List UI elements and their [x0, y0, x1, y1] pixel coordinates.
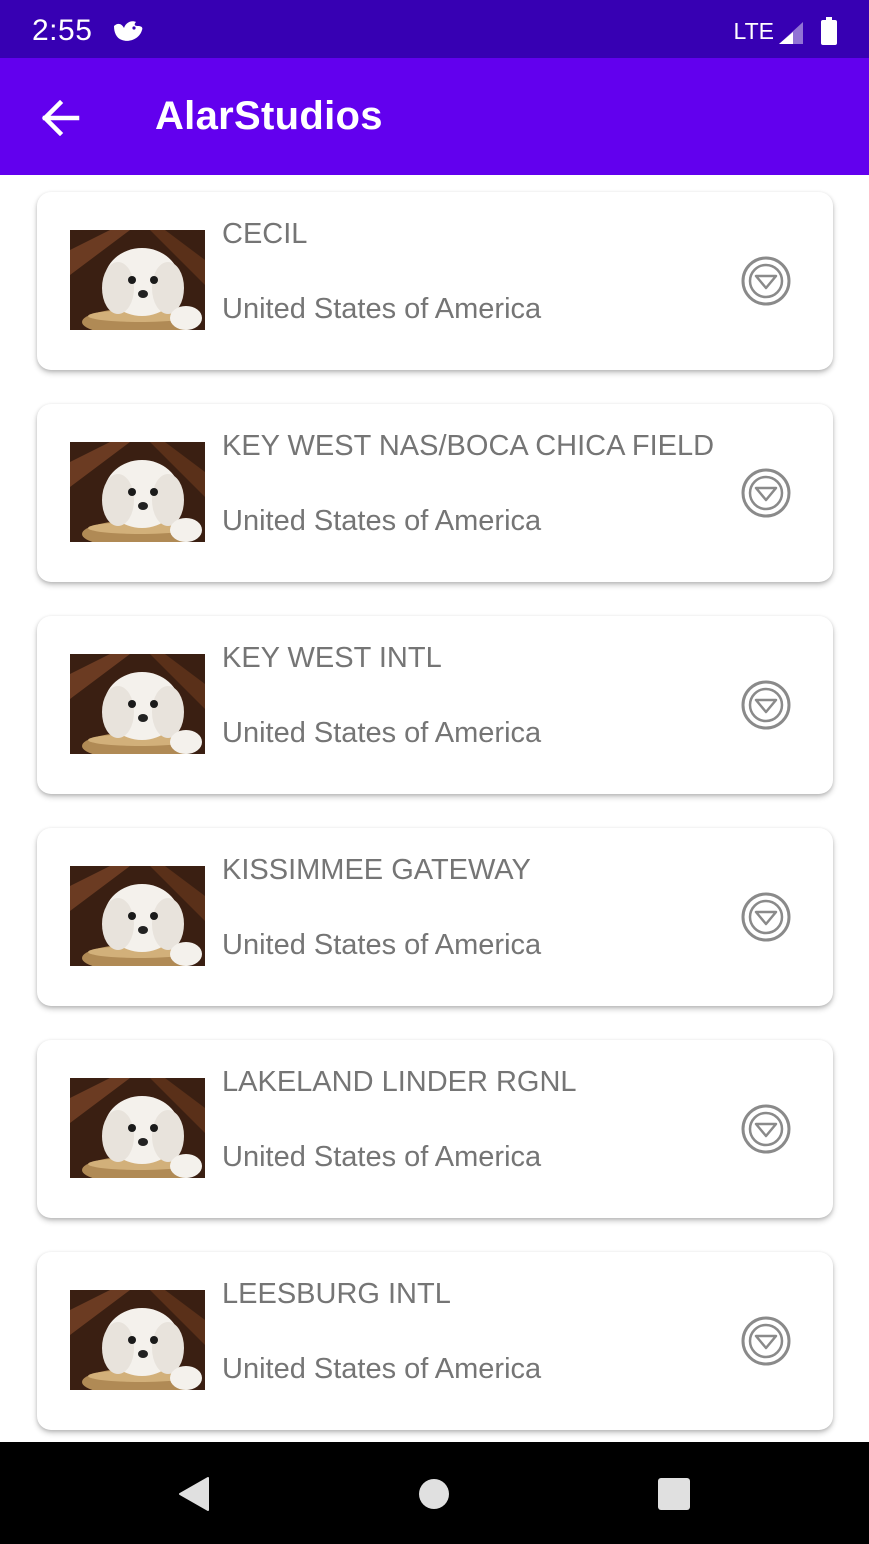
status-network-label: LTE [733, 18, 774, 44]
battery-icon [821, 17, 837, 45]
bird-notification-icon [114, 21, 143, 41]
airport-card[interactable]: CECIL United States of America [37, 192, 833, 370]
status-bar: 2:55 LTE [0, 0, 869, 58]
puppy-thumbnail [70, 1078, 205, 1178]
signal-strength-icon [779, 22, 803, 44]
arrow-back-icon [41, 100, 80, 136]
airport-card[interactable]: KEY WEST NAS/BOCA CHICA FIELD United Sta… [37, 404, 833, 582]
expand-circle-down-icon[interactable] [740, 679, 792, 731]
expand-circle-down-icon[interactable] [740, 467, 792, 519]
airport-card[interactable]: LAKELAND LINDER RGNL United States of Am… [37, 1040, 833, 1218]
nav-back-triangle-icon[interactable] [172, 1472, 216, 1516]
airport-card[interactable]: LEESBURG INTL United States of America [37, 1252, 833, 1430]
expand-circle-down-icon[interactable] [740, 1315, 792, 1367]
app-title: AlarStudios [155, 94, 383, 138]
puppy-thumbnail [70, 1290, 205, 1390]
nav-home-circle-icon[interactable] [412, 1472, 456, 1516]
puppy-thumbnail [70, 654, 205, 754]
app-bar: AlarStudios [0, 58, 869, 175]
puppy-thumbnail [70, 866, 205, 966]
phone-screen: 2:55 LTE AlarStudios CECIL United States… [0, 0, 869, 1544]
airport-country: United States of America [222, 717, 542, 749]
puppy-thumbnail [70, 230, 205, 330]
airport-name: KEY WEST NAS/BOCA CHICA FIELD [222, 430, 715, 462]
expand-circle-down-icon[interactable] [740, 1103, 792, 1155]
airport-name: KEY WEST INTL [222, 642, 442, 674]
airport-country: United States of America [222, 1353, 542, 1385]
airport-name: LAKELAND LINDER RGNL [222, 1066, 577, 1098]
back-button[interactable] [30, 88, 90, 148]
airport-country: United States of America [222, 1141, 542, 1173]
airport-name: CECIL [222, 218, 308, 250]
nav-recents-square-icon[interactable] [652, 1472, 696, 1516]
expand-circle-down-icon[interactable] [740, 891, 792, 943]
system-nav-bar [0, 1442, 869, 1544]
airport-card[interactable]: KISSIMMEE GATEWAY United States of Ameri… [37, 828, 833, 1006]
airport-list[interactable]: CECIL United States of America KEY WEST … [0, 175, 869, 1442]
puppy-thumbnail [70, 442, 205, 542]
airport-country: United States of America [222, 929, 542, 961]
airport-name: LEESBURG INTL [222, 1278, 451, 1310]
airport-card[interactable]: KEY WEST INTL United States of America [37, 616, 833, 794]
airport-country: United States of America [222, 505, 542, 537]
expand-circle-down-icon[interactable] [740, 255, 792, 307]
airport-country: United States of America [222, 293, 542, 325]
airport-name: KISSIMMEE GATEWAY [222, 854, 531, 886]
status-time: 2:55 [32, 14, 93, 47]
